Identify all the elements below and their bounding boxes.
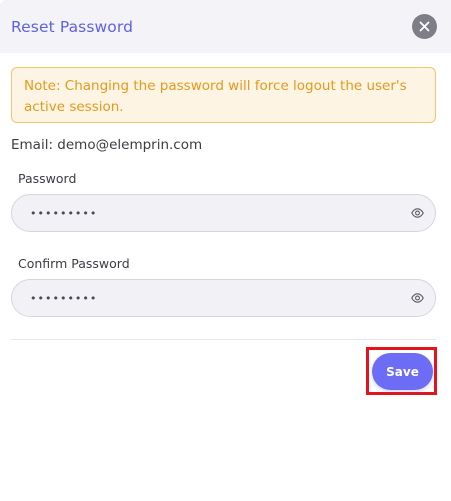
footer-divider <box>11 339 436 340</box>
close-icon <box>419 21 430 32</box>
modal-title: Reset Password <box>11 17 134 36</box>
modal-header: Reset Password <box>0 0 451 53</box>
password-input[interactable] <box>30 206 409 220</box>
warning-note: Note: Changing the password will force l… <box>11 67 436 123</box>
confirm-password-field-wrapper <box>11 279 436 317</box>
save-button[interactable]: Save <box>372 353 433 390</box>
password-field-wrapper <box>11 194 436 232</box>
user-email: Email: demo@elemprin.com <box>11 137 203 153</box>
confirm-password-input[interactable] <box>30 291 409 305</box>
eye-icon <box>410 208 424 218</box>
eye-icon <box>410 293 424 303</box>
reset-password-modal: Reset Password Note: Changing the passwo… <box>0 0 451 501</box>
show-password-toggle[interactable] <box>409 205 425 221</box>
confirm-password-label: Confirm Password <box>18 256 130 271</box>
password-label: Password <box>18 171 77 186</box>
show-confirm-password-toggle[interactable] <box>409 290 425 306</box>
close-button[interactable] <box>412 14 437 39</box>
